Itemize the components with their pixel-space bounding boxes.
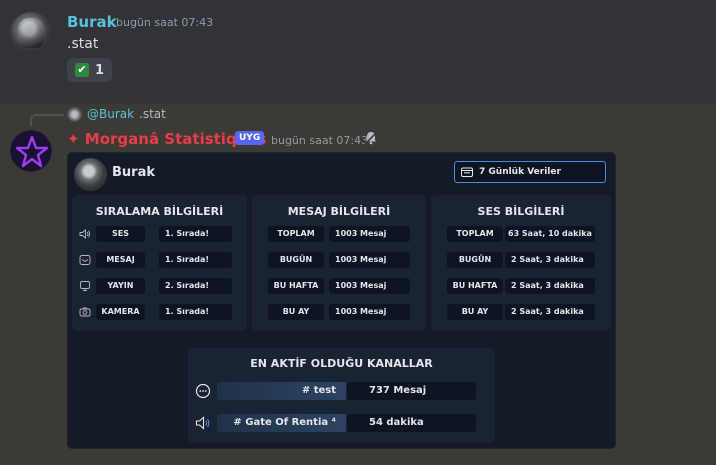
avatar[interactable] <box>10 12 52 54</box>
calendar-icon <box>461 167 473 177</box>
ranking-value: 1. Sırada! <box>159 226 232 242</box>
ranking-row-stream: YAYIN 2. Sırada! <box>72 278 247 294</box>
reply-text[interactable]: .stat <box>139 107 166 121</box>
channels-panel: EN AKTİF OLDUĞU KANALLAR # test 737 Mesa… <box>188 348 495 443</box>
voice-row: BU AY 2 Saat, 3 dakika <box>431 304 611 320</box>
check-mark-icon: ✔ <box>75 63 89 77</box>
ranking-label: YAYIN <box>96 278 145 294</box>
reply-connector <box>30 114 64 126</box>
chat-bubble-icon <box>195 383 211 399</box>
voice-row: BU HAFTA 2 Saat, 3 dakika <box>431 278 611 294</box>
speaker-icon <box>79 229 91 239</box>
messages-label: BUGÜN <box>268 252 324 268</box>
camera-icon <box>79 307 91 317</box>
reaction-count: 1 <box>95 62 105 78</box>
messages-row: BU HAFTA 1003 Mesaj <box>252 278 426 294</box>
messages-value: 1003 Mesaj <box>329 278 410 294</box>
messages-row: BU AY 1003 Mesaj <box>252 304 426 320</box>
ranking-label: SES <box>96 226 145 242</box>
voice-value: 63 Saat, 10 dakika <box>505 226 595 242</box>
panel-title: EN AKTİF OLDUĞU KANALLAR <box>250 357 433 370</box>
channel-value: 737 Mesaj <box>347 382 476 400</box>
ranking-value: 2. Sırada! <box>159 278 232 294</box>
channel-value: 54 dakika <box>347 414 476 432</box>
messages-panel: MESAJ BİLGİLERİ TOPLAM 1003 Mesaj BUGÜN … <box>252 195 426 331</box>
voice-label: BU HAFTA <box>447 278 503 294</box>
ranking-row-camera: KAMERA 1. Sırada! <box>72 304 247 320</box>
ranking-row-message: MESAJ 1. Sırada! <box>72 252 247 268</box>
ranking-row-voice: SES 1. Sırada! <box>72 226 247 242</box>
messages-value: 1003 Mesaj <box>329 304 410 320</box>
voice-row: TOPLAM 63 Saat, 10 dakika <box>431 226 611 242</box>
monitor-icon <box>80 281 90 291</box>
ranking-panel: SIRALAMA BİLGİLERİ SES 1. Sırada! MESAJ … <box>72 195 247 331</box>
ranking-label: MESAJ <box>96 252 145 268</box>
username[interactable]: Burak <box>67 13 117 31</box>
timestamp: bugün saat 07:43 <box>116 16 214 29</box>
voice-label: TOPLAM <box>447 226 503 242</box>
channel-name: # test <box>217 382 346 400</box>
messages-row: TOPLAM 1003 Mesaj <box>252 226 426 242</box>
channel-row: # test 737 Mesaj <box>188 382 495 400</box>
messages-label: BU AY <box>268 304 324 320</box>
message-burak: Burak bugün saat 07:43 .stat ✔ 1 <box>0 0 716 104</box>
channel-name: # Gate Of Rentia ⁴ <box>217 414 346 432</box>
panel-title: SIRALAMA BİLGİLERİ <box>95 205 224 218</box>
channel-row: # Gate Of Rentia ⁴ 54 dakika <box>188 414 495 432</box>
reply-mention[interactable]: @Burak <box>87 107 134 121</box>
embed-username: Burak <box>112 165 155 180</box>
app-badge: UYG <box>235 131 265 145</box>
message-content: .stat <box>67 36 99 52</box>
messages-row: BUGÜN 1003 Mesaj <box>252 252 426 268</box>
voice-value: 2 Saat, 3 dakika <box>505 278 595 294</box>
voice-label: BUGÜN <box>447 252 503 268</box>
ranking-value: 1. Sırada! <box>159 252 232 268</box>
messages-value: 1003 Mesaj <box>329 226 410 242</box>
voice-label: BU AY <box>447 304 503 320</box>
star-icon <box>15 135 49 168</box>
speaker-icon <box>195 416 210 430</box>
voice-row: BUGÜN 2 Saat, 3 dakika <box>431 252 611 268</box>
bell-icon[interactable] <box>364 131 378 145</box>
voice-panel: SES BİLGİLERİ TOPLAM 63 Saat, 10 dakika … <box>431 195 611 331</box>
messages-label: TOPLAM <box>268 226 324 242</box>
messages-label: BU HAFTA <box>268 278 324 294</box>
embed-avatar <box>74 158 107 191</box>
period-label: 7 Günlük Veriler <box>479 167 561 177</box>
bot-avatar[interactable] <box>10 130 52 172</box>
reply-avatar[interactable] <box>67 107 82 122</box>
stats-embed: Burak 7 Günlük Veriler SIRALAMA BİLGİLER… <box>67 152 616 449</box>
ranking-label: KAMERA <box>96 304 145 320</box>
period-button[interactable]: 7 Günlük Veriler <box>454 161 606 183</box>
voice-value: 2 Saat, 3 dakika <box>505 252 595 268</box>
ranking-value: 1. Sırada! <box>159 304 232 320</box>
panel-title: MESAJ BİLGİLERİ <box>287 205 391 218</box>
envelope-icon <box>79 255 91 265</box>
reaction-button[interactable]: ✔ 1 <box>67 58 112 82</box>
panel-title: SES BİLGİLERİ <box>477 205 565 218</box>
messages-value: 1003 Mesaj <box>329 252 410 268</box>
timestamp: bugün saat 07:43 <box>271 134 369 147</box>
voice-value: 2 Saat, 3 dakika <box>505 304 595 320</box>
